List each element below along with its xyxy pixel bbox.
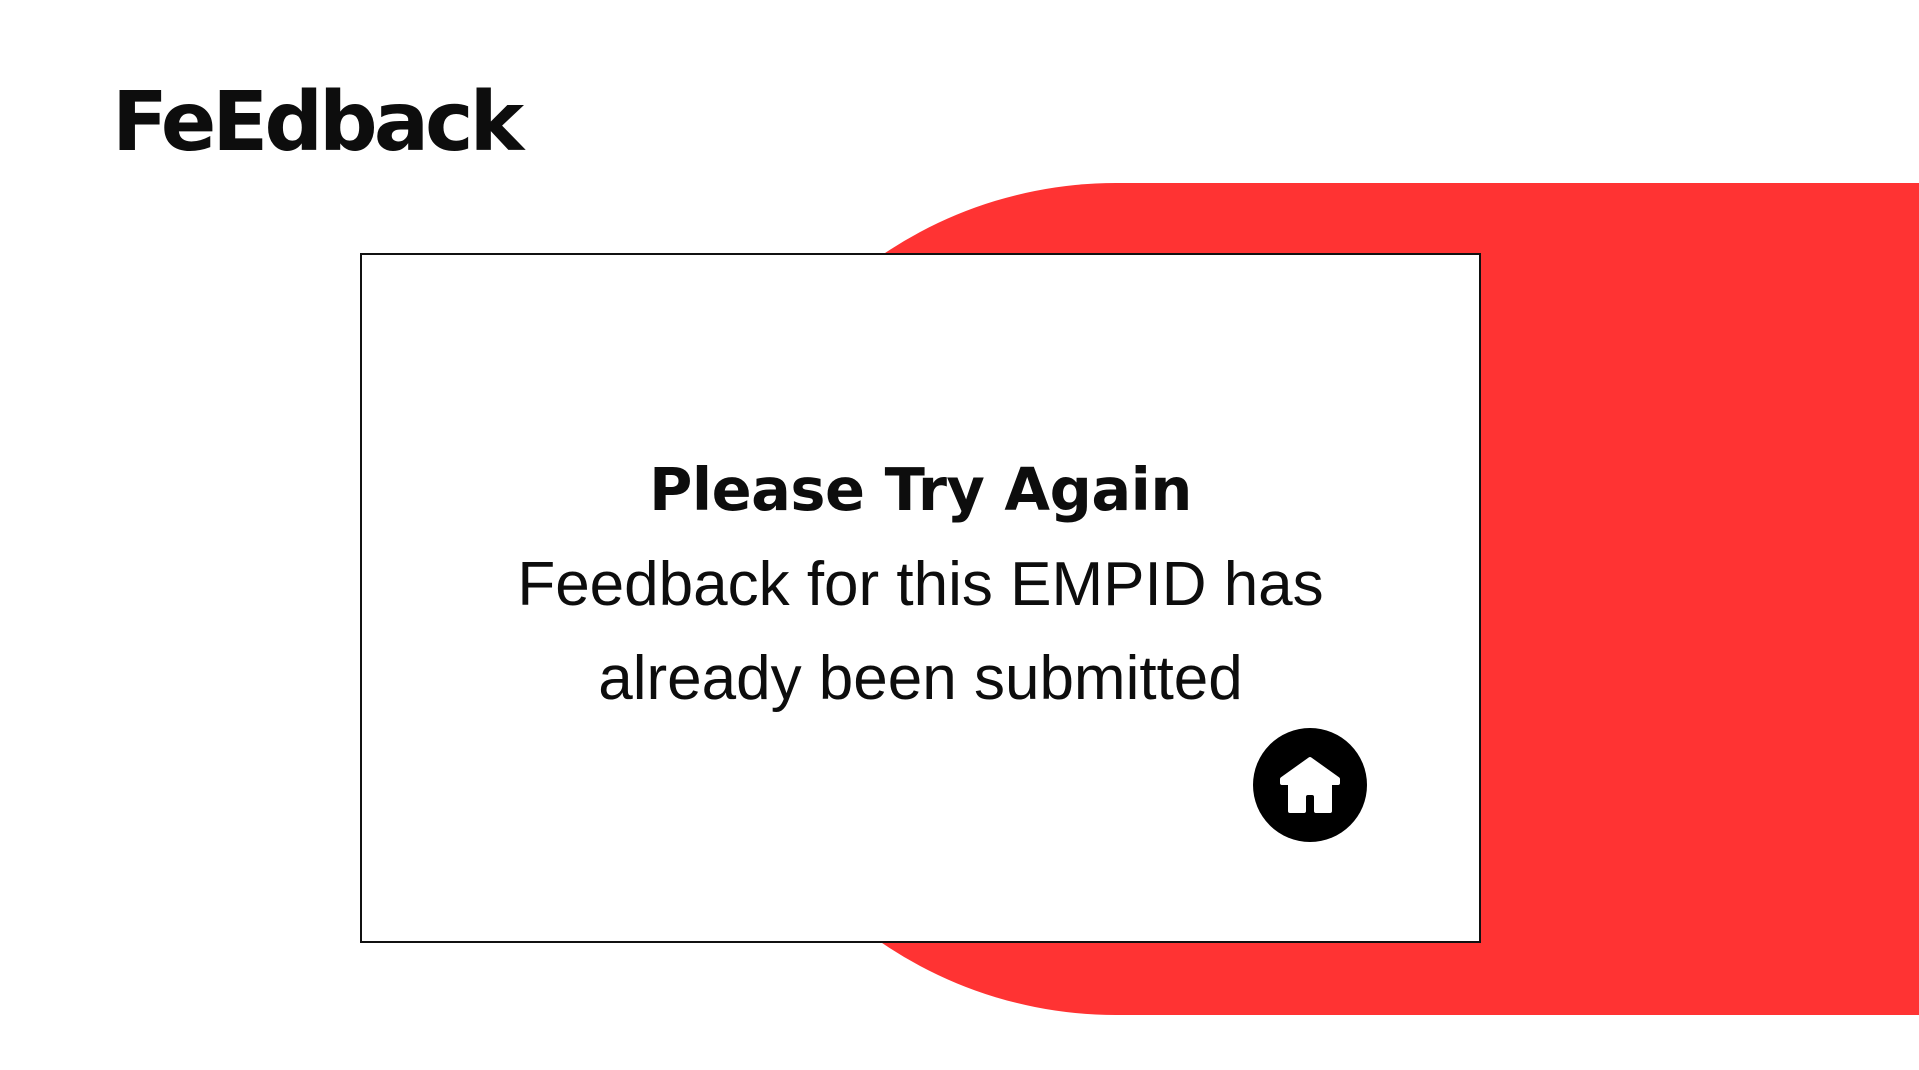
message-body: Feedback for this EMPID has already been… [517, 550, 1324, 713]
brand-logo: FeEdback [112, 75, 524, 170]
message-card: Please Try Again Feedback for this EMPID… [360, 253, 1481, 943]
home-button[interactable] [1253, 728, 1367, 842]
home-icon [1280, 757, 1340, 813]
message-text-block: Please Try Again Feedback for this EMPID… [362, 442, 1479, 726]
message-title: Please Try Again [649, 455, 1192, 524]
page: FeEdback Please Try Again Feedback for t… [0, 0, 1919, 1070]
